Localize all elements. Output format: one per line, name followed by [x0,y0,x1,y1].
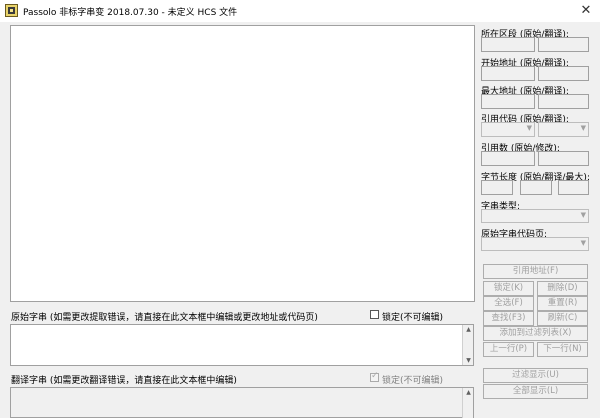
max-addr-trans-field[interactable] [538,94,589,109]
main-window: Passolo 非标字串变 2018.07.30 - 未定义 HCS 文件 ✕ … [0,0,600,418]
chevron-down-icon: ▼ [580,239,586,247]
refresh-button[interactable]: 刷新(C) [537,311,588,326]
max-addr-orig-field[interactable] [481,94,535,109]
translation-lock-checkbox[interactable] [370,371,379,382]
filter-show-button[interactable]: 过滤显示(U) [483,368,588,383]
ref-code-orig-select[interactable]: ▼ [481,122,535,137]
scroll-up-icon[interactable]: ▲ [464,389,473,396]
start-addr-orig-field[interactable] [481,66,535,81]
show-all-button[interactable]: 全部显示(L) [483,384,588,399]
add-filter-button[interactable]: 添加到过滤列表(X) [483,326,588,341]
ref-count-orig-field[interactable] [481,151,535,166]
ref-addr-button[interactable]: 引用地址(F) [483,264,588,279]
start-addr-trans-field[interactable] [538,66,589,81]
lock-button[interactable]: 锁定(K) [483,281,534,296]
ref-code-trans-select[interactable]: ▼ [538,122,589,137]
codepage-select[interactable]: ▼ [481,237,589,251]
chevron-down-icon: ▼ [580,211,586,219]
source-string-label: 原始字串 (如需更改提取错误，请直接在此文本框中编辑或更改地址或代码页) [11,313,318,323]
title-bar: Passolo 非标字串变 2018.07.30 - 未定义 HCS 文件 ✕ [0,0,600,22]
chevron-down-icon: ▼ [526,124,532,132]
string-type-select[interactable]: ▼ [481,209,589,223]
source-scrollbar[interactable]: ▲ ▼ [462,325,473,365]
close-button[interactable]: ✕ [578,3,594,19]
window-title: Passolo 非标字串变 2018.07.30 - 未定义 HCS 文件 [23,8,238,18]
reset-button[interactable]: 重置(R) [537,296,588,311]
delete-button[interactable]: 删除(D) [537,281,588,296]
scroll-up-icon[interactable]: ▲ [464,326,473,333]
translation-lock-label: 锁定(不可编辑) [382,376,444,386]
translation-scrollbar[interactable]: ▲ [462,388,473,418]
section-trans-field[interactable] [538,37,589,52]
source-lock-checkbox[interactable] [370,310,379,319]
scroll-down-icon[interactable]: ▼ [464,357,473,364]
chevron-down-icon: ▼ [580,124,586,132]
byte-length-trans-field[interactable] [520,180,552,195]
translation-string-label: 翻译字串 (如需更改翻译错误，请直接在此文本框中编辑) [11,376,237,386]
prev-line-button[interactable]: 上一行(P) [483,342,534,357]
section-orig-field[interactable] [481,37,535,52]
app-icon [5,4,18,17]
source-lock-label: 锁定(不可编辑) [382,313,444,323]
byte-length-max-field[interactable] [558,180,589,195]
ref-count-mod-field[interactable] [538,151,589,166]
translation-string-textbox[interactable]: ▲ [10,387,474,418]
string-list[interactable] [10,25,475,302]
byte-length-orig-field[interactable] [481,180,513,195]
find-button[interactable]: 查找(F3) [483,311,534,326]
close-icon: ✕ [580,3,592,18]
select-all-button[interactable]: 全选(F) [483,296,534,311]
source-string-textbox[interactable]: ▲ ▼ [10,324,474,366]
next-line-button[interactable]: 下一行(N) [537,342,588,357]
